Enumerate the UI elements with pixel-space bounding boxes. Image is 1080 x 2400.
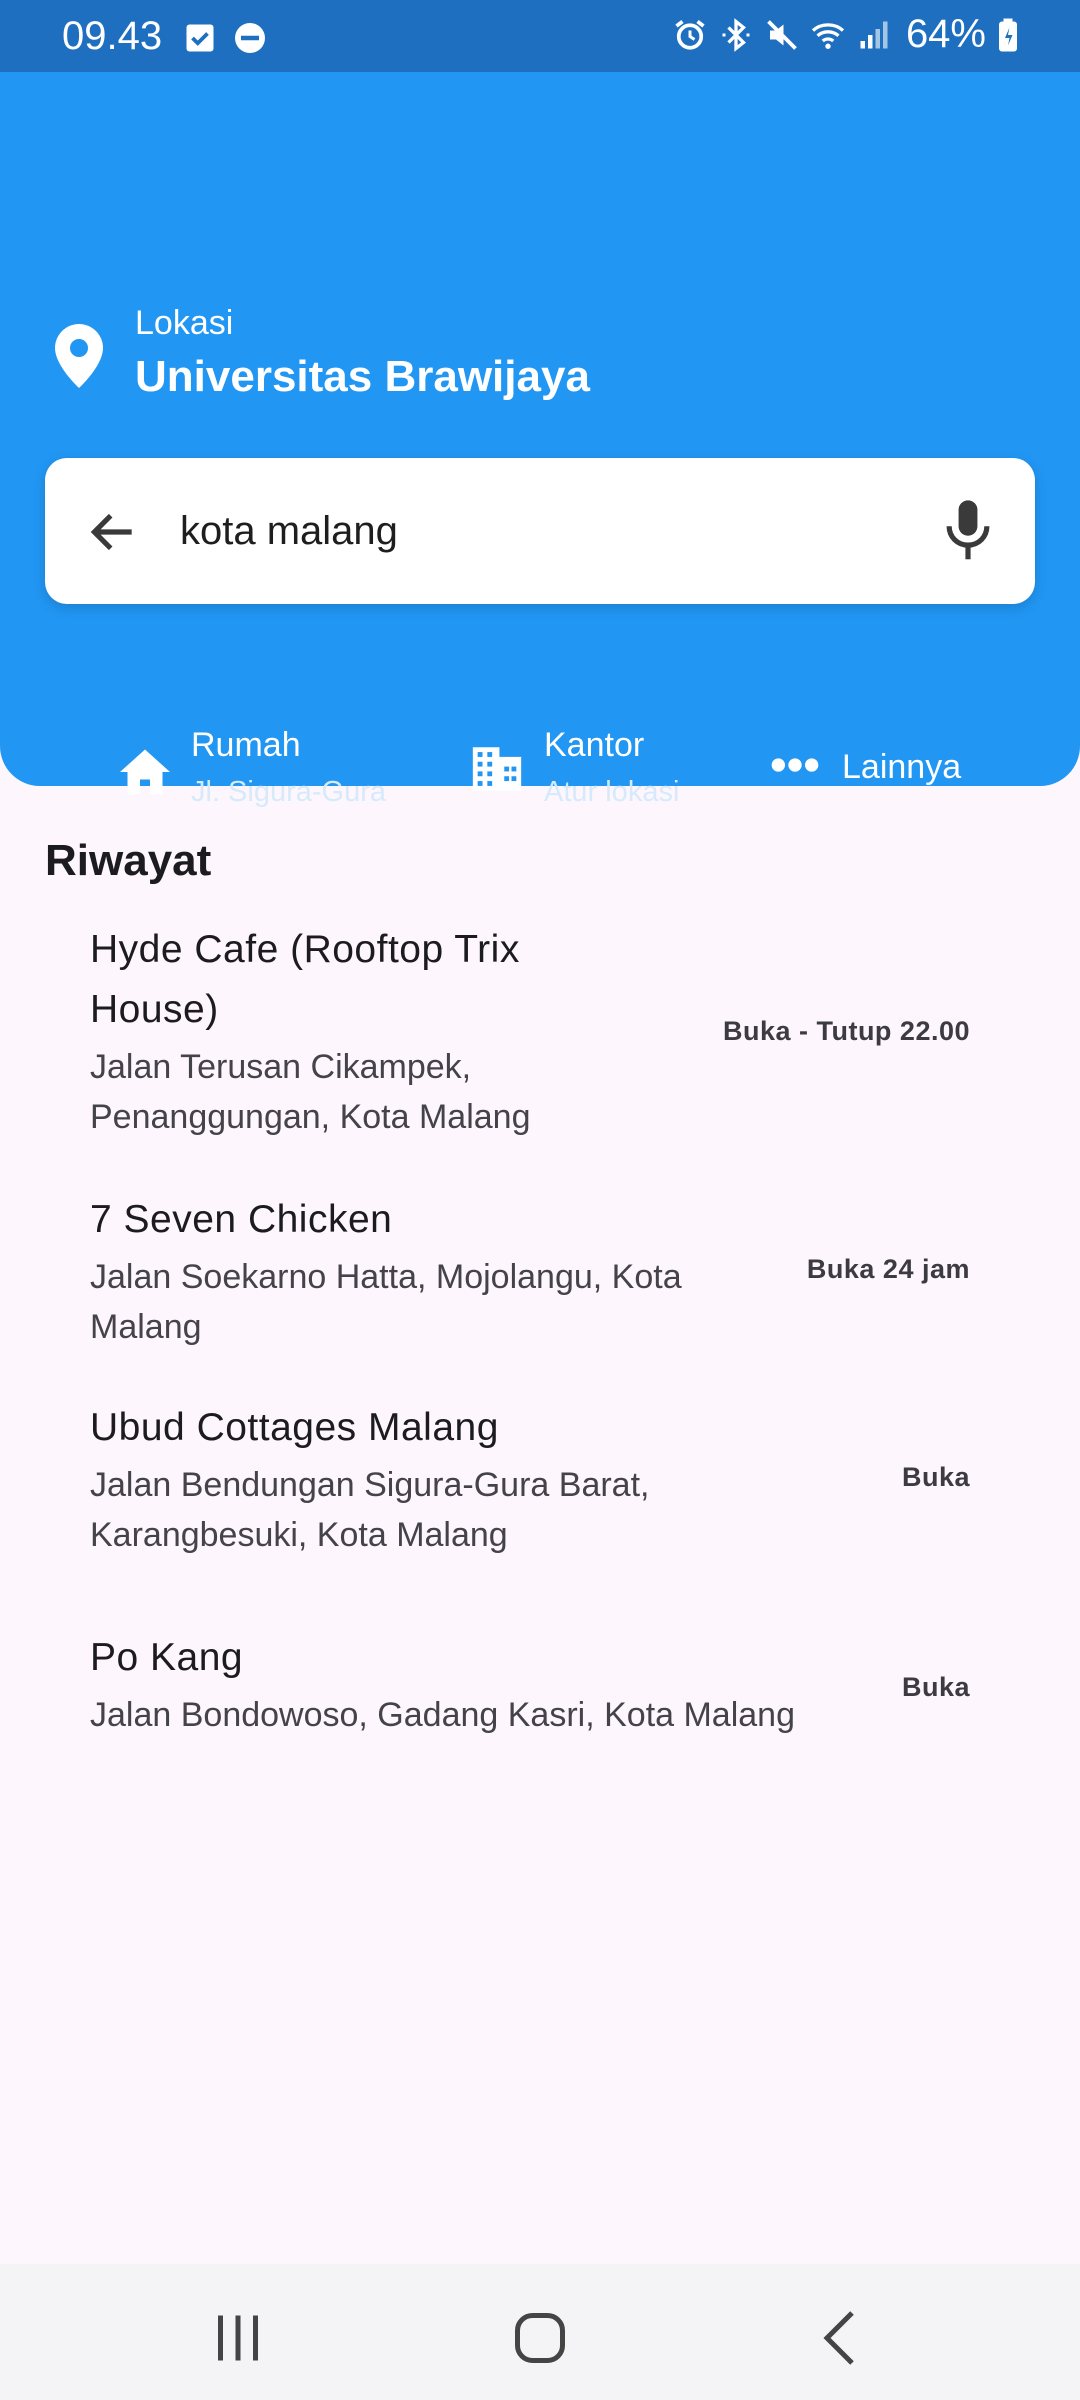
bluetooth-icon	[722, 17, 750, 52]
history-item[interactable]: Hyde Cafe (Rooftop Trix House) Jalan Ter…	[90, 920, 970, 1142]
history-item[interactable]: 7 Seven Chicken Jalan Soekarno Hatta, Mo…	[90, 1190, 970, 1352]
location-header: Lokasi Universitas Brawijaya Rumah Jl. S…	[0, 72, 1080, 808]
more-dots-icon	[771, 758, 819, 772]
battery-icon	[999, 18, 1017, 51]
history-item-address: Jalan Terusan Cikampek, Penanggungan, Ko…	[90, 1048, 531, 1136]
shortcut-office-title: Kantor	[544, 726, 645, 764]
status-time: 09.43	[62, 14, 163, 58]
history-item[interactable]: Ubud Cottages Malang Jalan Bendungan Sig…	[90, 1398, 970, 1560]
history-item[interactable]: Po Kang Jalan Bondowoso, Gadang Kasri, K…	[90, 1628, 970, 1740]
history-item-status: Buka 24 jam	[806, 1254, 970, 1284]
history-item-address: Jalan Bendungan Sigura-Gura Barat, Karan…	[90, 1466, 650, 1554]
history-item-address: Jalan Bondowoso, Gadang Kasri, Kota Mala…	[90, 1696, 796, 1734]
history-title: Riwayat	[45, 836, 212, 885]
location-label: Lokasi	[135, 304, 234, 342]
office-building-icon	[472, 747, 522, 791]
history-item-name: Po Kang	[90, 1636, 244, 1679]
history-item-name: Hyde Cafe (Rooftop Trix House)	[90, 928, 520, 1031]
status-left-icons	[182, 20, 268, 56]
shortcut-more-title: Lainnya	[842, 748, 962, 786]
back-arrow-icon[interactable]	[85, 504, 141, 560]
alarm-icon	[675, 19, 705, 50]
history-item-status: Buka	[901, 1462, 970, 1492]
history-item-name: Ubud Cottages Malang	[90, 1406, 499, 1449]
wifi-icon	[811, 22, 845, 49]
history-item-address: Jalan Soekarno Hatta, Mojolangu, Kota Ma…	[90, 1258, 682, 1346]
home-icon	[120, 749, 170, 795]
home-button-icon[interactable]	[510, 2308, 570, 2368]
status-right-icons: 64%	[672, 12, 1020, 57]
do-not-disturb-icon	[235, 23, 265, 53]
battery-percent: 64%	[905, 12, 986, 56]
history-item-status: Buka - Tutup 22.00	[722, 1016, 970, 1046]
history-item-name: 7 Seven Chicken	[90, 1198, 393, 1241]
status-bar: 09.43 64%	[0, 0, 1080, 72]
mute-icon	[767, 19, 797, 50]
back-button-icon[interactable]	[812, 2308, 872, 2368]
shortcut-home-subtitle: Jl. Sigura-Gura	[191, 776, 387, 808]
microphone-icon[interactable]	[943, 498, 993, 564]
shortcut-office-subtitle: Atur lokasi	[544, 776, 680, 808]
history-item-status: Buka	[901, 1672, 970, 1702]
search-bar	[45, 458, 1035, 604]
shortcut-home-title: Rumah	[191, 726, 301, 764]
recent-apps-icon[interactable]	[208, 2308, 268, 2368]
checkbox-icon	[186, 24, 214, 52]
location-value[interactable]: Universitas Brawijaya	[135, 352, 590, 402]
location-pin-icon	[55, 324, 103, 388]
system-navigation-bar	[0, 2264, 1080, 2400]
search-input[interactable]	[180, 498, 940, 564]
signal-icon	[860, 21, 888, 48]
